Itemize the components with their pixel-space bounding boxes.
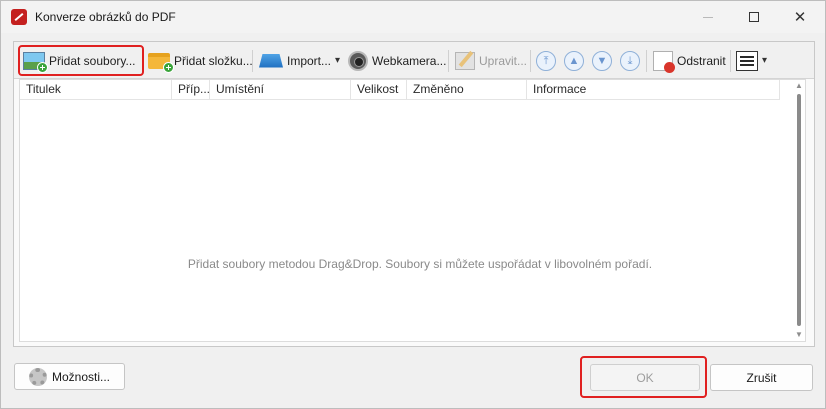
scroll-up-icon[interactable]: ▲ xyxy=(795,82,803,90)
maximize-button[interactable] xyxy=(731,1,777,33)
close-button[interactable]: ✕ xyxy=(777,1,823,33)
cancel-button[interactable]: Zrušit xyxy=(710,364,813,391)
title-bar: Konverze obrázků do PDF ✕ xyxy=(1,1,825,33)
column-header-modified[interactable]: Změněno xyxy=(407,80,527,100)
vertical-scrollbar[interactable]: ▲ ▼ xyxy=(794,80,804,341)
webcam-button[interactable]: Webkamera... xyxy=(345,47,449,74)
column-header-title[interactable]: Titulek xyxy=(20,80,172,100)
scanner-import-icon xyxy=(259,53,283,68)
move-to-top-icon: ⤒ xyxy=(536,50,556,71)
chevron-down-icon: ▾ xyxy=(335,55,341,66)
toolbar-separator xyxy=(730,50,731,72)
options-label: Možnosti... xyxy=(51,369,111,384)
add-folder-label: Přidat složku... xyxy=(174,53,253,68)
list-header: Titulek Příp... Umístění Velikost Změněn… xyxy=(20,80,780,100)
webcam-label: Webkamera... xyxy=(372,53,447,68)
window-title: Konverze obrázků do PDF xyxy=(35,10,176,24)
delete-icon xyxy=(653,50,675,73)
view-options-button[interactable]: ▾ xyxy=(733,47,770,74)
import-label: Import... xyxy=(287,53,332,68)
folder-icon xyxy=(148,52,174,73)
column-header-info[interactable]: Informace xyxy=(527,80,780,100)
plus-badge-icon xyxy=(163,61,174,73)
minimize-button[interactable] xyxy=(685,1,731,33)
add-folder-button[interactable]: Přidat složku... xyxy=(145,47,256,74)
toolbar-separator xyxy=(530,50,531,72)
toolbar-separator xyxy=(646,50,647,72)
scroll-down-icon[interactable]: ▼ xyxy=(795,331,803,339)
toolbar-separator xyxy=(252,50,253,72)
column-header-location[interactable]: Umístění xyxy=(210,80,351,100)
move-up-button[interactable]: ▲ xyxy=(561,47,587,74)
toolbar-separator xyxy=(448,50,449,72)
scroll-thumb[interactable] xyxy=(797,94,801,326)
pdf-app-icon xyxy=(11,9,27,25)
move-down-icon: ▼ xyxy=(592,50,612,71)
ok-highlight xyxy=(580,356,707,398)
list-view-icon xyxy=(736,50,758,71)
add-files-highlight xyxy=(18,45,144,76)
move-down-button[interactable]: ▼ xyxy=(589,47,615,74)
move-bottom-button[interactable]: ⤓ xyxy=(617,47,643,74)
drag-drop-hint: Přidat soubory metodou Drag&Drop. Soubor… xyxy=(187,257,653,271)
move-top-button[interactable]: ⤒ xyxy=(533,47,559,74)
chevron-down-icon: ▾ xyxy=(762,55,768,66)
options-button[interactable]: Možnosti... xyxy=(14,363,125,390)
column-header-size[interactable]: Velikost xyxy=(351,80,407,100)
webcam-icon xyxy=(348,50,368,71)
remove-label: Odstranit xyxy=(677,53,726,68)
edit-button[interactable]: Upravit... xyxy=(452,47,530,74)
gear-icon xyxy=(28,367,47,386)
import-button[interactable]: Import... ▾ xyxy=(256,47,343,74)
cancel-label: Zrušit xyxy=(746,370,777,385)
edit-label: Upravit... xyxy=(479,53,528,68)
column-header-extension[interactable]: Příp... xyxy=(172,80,210,100)
move-to-bottom-icon: ⤓ xyxy=(620,50,640,71)
remove-button[interactable]: Odstranit xyxy=(650,47,729,74)
dialog-window: Konverze obrázků do PDF ✕ Přidat soubory… xyxy=(0,0,826,409)
toolbar: Přidat soubory... Přidat složku... Impor… xyxy=(14,42,814,79)
minimize-icon xyxy=(703,16,713,18)
maximize-icon xyxy=(749,12,759,22)
move-up-icon: ▲ xyxy=(564,50,584,71)
close-icon: ✕ xyxy=(793,9,807,26)
main-panel: Přidat soubory... Přidat složku... Impor… xyxy=(13,41,815,347)
edit-image-icon xyxy=(455,51,475,70)
file-list[interactable]: Titulek Příp... Umístění Velikost Změněn… xyxy=(19,79,806,342)
